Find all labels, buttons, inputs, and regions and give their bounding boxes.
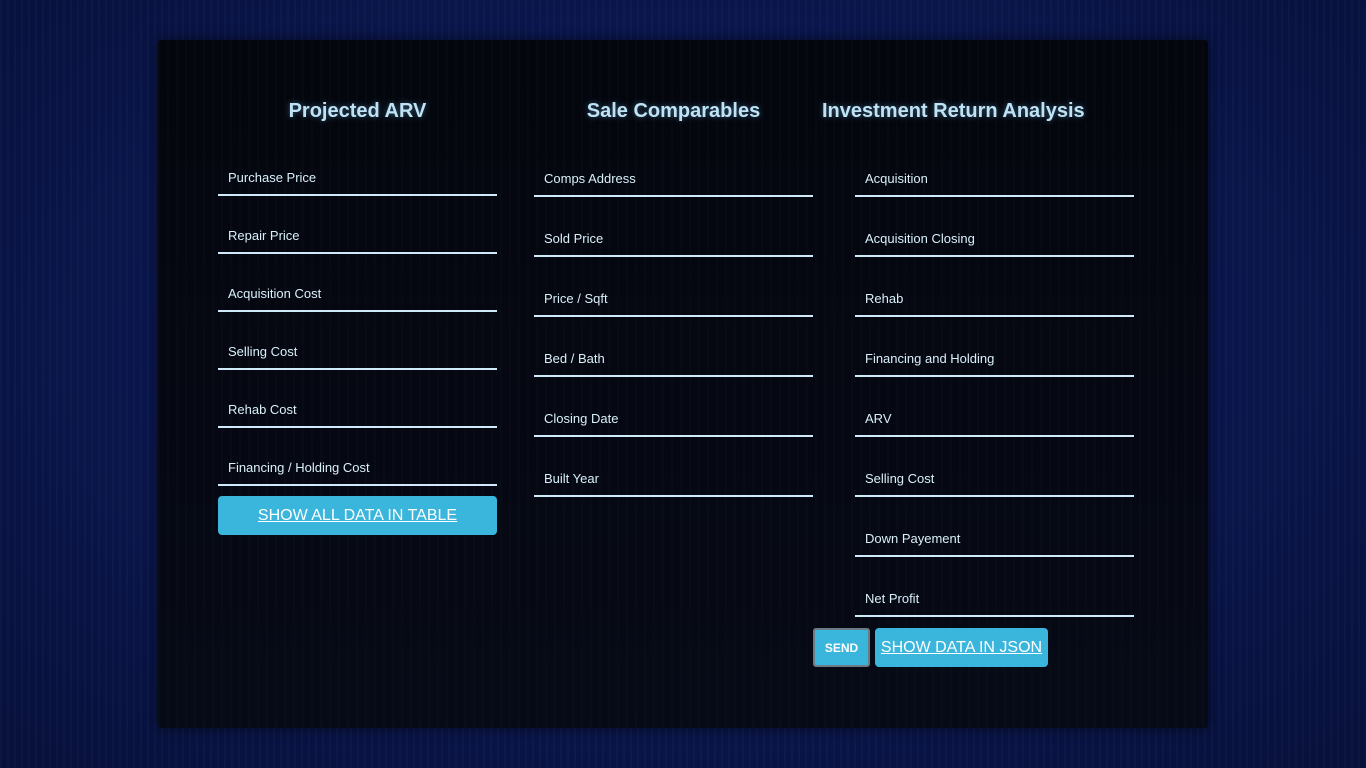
- show-all-data-in-table-button[interactable]: SHOW ALL DATA IN TABLE: [218, 496, 497, 535]
- selling-cost-field: [218, 334, 497, 370]
- investment-selling-cost-input[interactable]: [855, 461, 1134, 495]
- bed-bath-input[interactable]: [534, 341, 813, 375]
- rehab-cost-field: [218, 392, 497, 428]
- show-data-in-json-button[interactable]: SHOW DATA IN JSON: [875, 628, 1048, 667]
- rehab-field: [855, 281, 1134, 317]
- rehab-cost-input[interactable]: [218, 392, 497, 426]
- projected-arv-title: Projected ARV: [288, 100, 427, 122]
- price-per-sqft-input[interactable]: [534, 281, 813, 315]
- send-button[interactable]: SEND: [813, 628, 870, 667]
- calculator-panel: Projected ARV SHOW ALL DATA IN TABLE Sal…: [158, 40, 1208, 728]
- financing-holding-cost-input[interactable]: [218, 450, 497, 484]
- purchase-price-input[interactable]: [218, 160, 497, 194]
- financing-holding-cost-field: [218, 450, 497, 486]
- net-profit-field: [855, 581, 1134, 617]
- acquisition-cost-field: [218, 276, 497, 312]
- built-year-input[interactable]: [534, 461, 813, 495]
- acquisition-cost-input[interactable]: [218, 276, 497, 310]
- comps-address-input[interactable]: [534, 161, 813, 195]
- acquisition-field: [855, 161, 1134, 197]
- arv-field: [855, 401, 1134, 437]
- down-payment-input[interactable]: [855, 521, 1134, 555]
- financing-and-holding-field: [855, 341, 1134, 377]
- bed-bath-field: [534, 341, 813, 377]
- closing-date-field: [534, 401, 813, 437]
- sold-price-field: [534, 221, 813, 257]
- comps-address-field: [534, 161, 813, 197]
- rehab-input[interactable]: [855, 281, 1134, 315]
- purchase-price-field: [218, 160, 497, 196]
- acquisition-closing-field: [855, 221, 1134, 257]
- selling-cost-input[interactable]: [218, 334, 497, 368]
- investment-selling-cost-field: [855, 461, 1134, 497]
- financing-and-holding-input[interactable]: [855, 341, 1134, 375]
- acquisition-input[interactable]: [855, 161, 1134, 195]
- acquisition-closing-input[interactable]: [855, 221, 1134, 255]
- investment-return-analysis-title: Investment Return Analysis: [822, 100, 1085, 122]
- repair-price-input[interactable]: [218, 218, 497, 252]
- down-payment-field: [855, 521, 1134, 557]
- sale-comparables-title: Sale Comparables: [586, 100, 761, 122]
- net-profit-input[interactable]: [855, 581, 1134, 615]
- built-year-field: [534, 461, 813, 497]
- price-per-sqft-field: [534, 281, 813, 317]
- sold-price-input[interactable]: [534, 221, 813, 255]
- arv-input[interactable]: [855, 401, 1134, 435]
- repair-price-field: [218, 218, 497, 254]
- closing-date-input[interactable]: [534, 401, 813, 435]
